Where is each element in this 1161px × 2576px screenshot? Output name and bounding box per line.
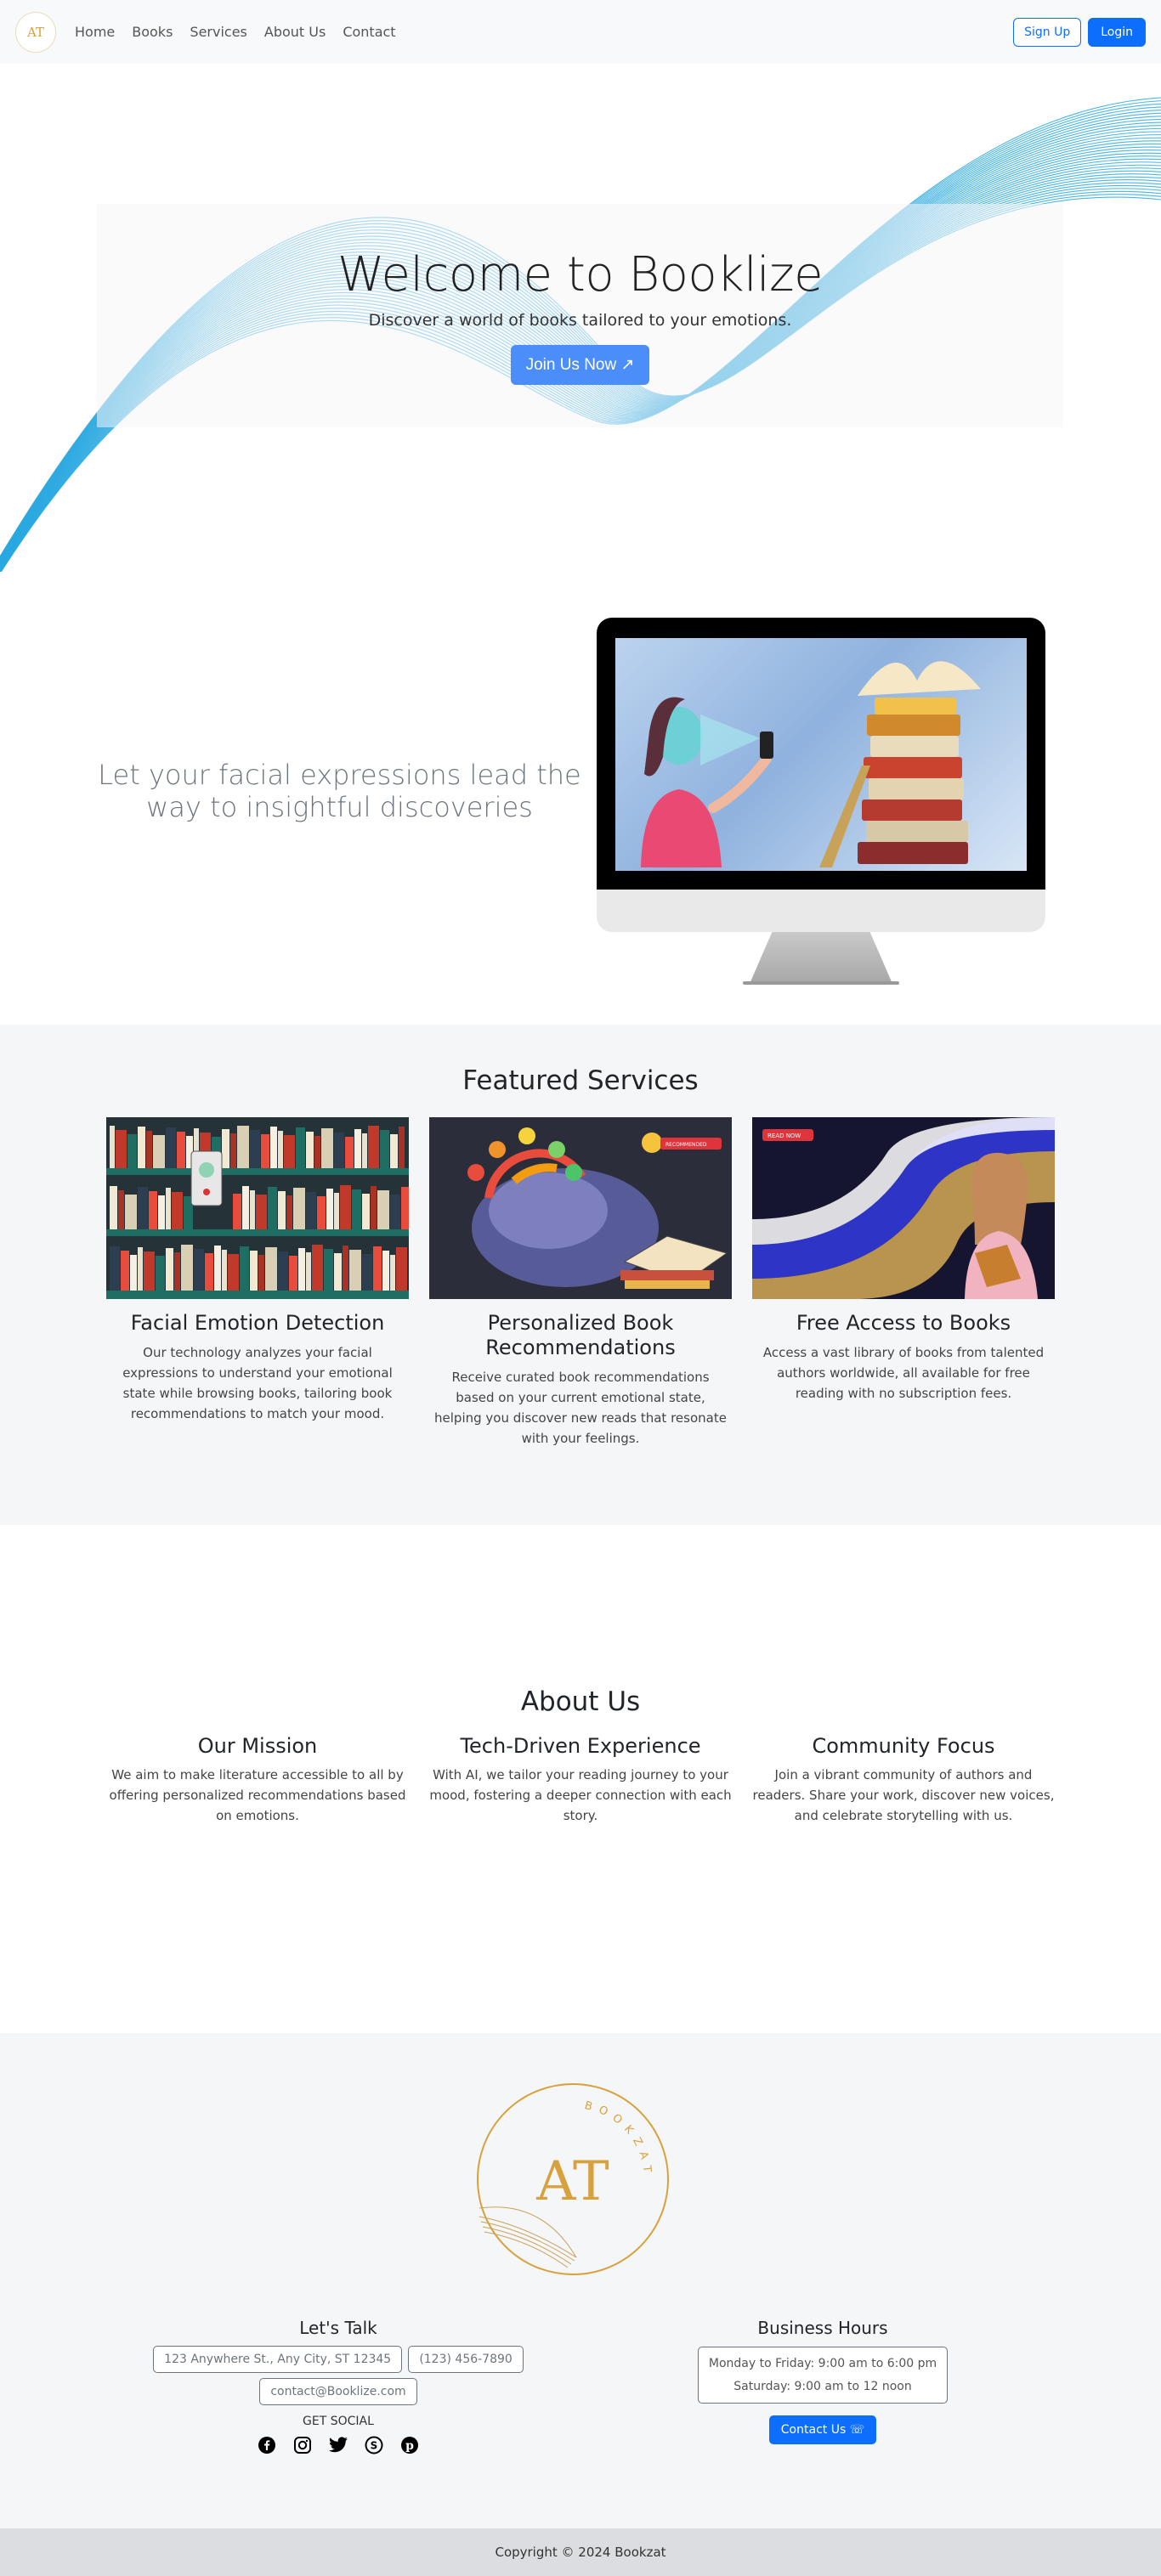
featured-services-section: Featured Services Facial Emotion Detecti… xyxy=(0,1025,1161,1525)
email-field[interactable]: contact@Booklize.com xyxy=(259,2378,417,2405)
lets-talk-heading: Let's Talk xyxy=(299,2318,377,2338)
nav-link-books[interactable]: Books xyxy=(132,24,173,40)
bookshelf-image xyxy=(106,1117,409,1299)
about-column-community: Community Focus Join a vibrant community… xyxy=(752,1734,1055,1826)
saturday-hours: Saturday: 9:00 am to 12 noon xyxy=(733,2379,912,2393)
copyright-bar: Copyright © 2024 Bookzat xyxy=(0,2528,1161,2576)
service-card-title: Personalized Book Recommendations xyxy=(485,1311,676,1359)
nav-link-contact[interactable]: Contact xyxy=(343,24,395,40)
monitor-illustration xyxy=(597,618,1045,985)
footer-brand-logo: BOOKZAT AT xyxy=(477,2083,669,2275)
read-now-badge: READ NOW xyxy=(767,1133,801,1139)
about-column-tech: Tech-Driven Experience With AI, we tailo… xyxy=(429,1734,732,1826)
about-column-text: With AI, we tailor your reading journey … xyxy=(429,1767,732,1823)
monitor-stand xyxy=(750,932,892,981)
hero-title: Welcome to Booklize xyxy=(337,246,824,302)
facial-expression-section: Let your facial expressions lead the way… xyxy=(0,572,1161,1025)
about-column-text: We aim to make literature accessible to … xyxy=(109,1767,406,1823)
weekday-hours: Monday to Friday: 9:00 am to 6:00 pm xyxy=(708,2357,937,2370)
hero-subtitle: Discover a world of books tailored to yo… xyxy=(368,310,792,330)
service-card-free-access[interactable]: READ NOW Free Access to Books Access a v… xyxy=(752,1117,1055,1449)
nav-link-home[interactable]: Home xyxy=(75,24,115,40)
hero-panel: Welcome to Booklize Discover a world of … xyxy=(97,204,1063,427)
footer-brand-monogram: AT xyxy=(535,2150,609,2213)
service-card-text: Access a vast library of books from tale… xyxy=(762,1344,1045,1401)
monitor-stand-base xyxy=(743,981,899,985)
skype-icon[interactable]: S xyxy=(364,2435,384,2455)
address-field: 123 Anywhere St., Any City, ST 12345 xyxy=(153,2346,403,2373)
instagram-icon[interactable] xyxy=(292,2435,313,2455)
brand-logo-text: AT xyxy=(26,24,45,40)
about-column-title: Tech-Driven Experience xyxy=(460,1734,701,1758)
recommendation-image: RECOMMENDED xyxy=(429,1117,732,1299)
signup-button[interactable]: Sign Up xyxy=(1013,17,1082,47)
pinterest-icon[interactable]: p xyxy=(399,2435,420,2455)
join-now-button[interactable]: Join Us Now ↗ xyxy=(510,344,650,385)
navbar: AT Home Books Services About Us Contact … xyxy=(0,0,1161,64)
monitor-screen xyxy=(597,618,1045,890)
about-column-title: Community Focus xyxy=(812,1734,995,1758)
reading-girl-image: READ NOW xyxy=(752,1117,1055,1299)
about-column-text: Join a vibrant community of authors and … xyxy=(752,1767,1055,1823)
recommended-badge: RECOMMENDED xyxy=(665,1142,707,1148)
business-hours-heading: Business Hours xyxy=(757,2318,888,2338)
business-hours-column: Business Hours Monday to Friday: 9:00 am… xyxy=(637,2318,1008,2445)
service-card-recommendations[interactable]: RECOMMENDED Personalized Book Recommenda… xyxy=(429,1117,732,1449)
copyright-text: Copyright © 2024 Bookzat xyxy=(495,2545,666,2560)
service-card-title: Free Access to Books xyxy=(796,1311,1011,1335)
facial-expression-heading: Let your facial expressions lead the way… xyxy=(98,759,581,824)
about-us-heading: About Us xyxy=(520,1686,641,1717)
nav-link-about[interactable]: About Us xyxy=(264,24,326,40)
contact-us-button[interactable]: Contact Us ☏ xyxy=(768,2415,877,2445)
hero-section: Welcome to Booklize Discover a world of … xyxy=(0,64,1161,572)
login-button[interactable]: Login xyxy=(1088,17,1146,47)
twitter-icon[interactable] xyxy=(328,2435,348,2455)
about-us-section: About Us Our Mission We aim to make lite… xyxy=(0,1525,1161,2033)
nav-link-services[interactable]: Services xyxy=(190,24,246,40)
phone-field[interactable]: (123) 456-7890 xyxy=(408,2346,524,2373)
monitor-chin xyxy=(597,890,1045,932)
brand-logo[interactable]: AT xyxy=(15,11,56,53)
svg-text:S: S xyxy=(371,2440,378,2452)
face-scan-illustration xyxy=(615,638,1027,871)
about-column-title: Our Mission xyxy=(197,1734,318,1758)
featured-services-heading: Featured Services xyxy=(462,1065,699,1096)
nav-links: Home Books Services About Us Contact xyxy=(75,24,396,40)
get-social-label: GET SOCIAL xyxy=(303,2415,374,2428)
business-hours-box: Monday to Friday: 9:00 am to 6:00 pm Sat… xyxy=(697,2347,949,2404)
lets-talk-column: Let's Talk 123 Anywhere St., Any City, S… xyxy=(151,2318,525,2455)
footer: BOOKZAT AT Let's Talk 123 Anywhere St., … xyxy=(0,2033,1161,2528)
social-links: S p xyxy=(151,2435,525,2455)
svg-text:p: p xyxy=(405,2439,414,2453)
service-card-title: Facial Emotion Detection xyxy=(130,1311,385,1335)
about-column-mission: Our Mission We aim to make literature ac… xyxy=(106,1734,409,1826)
service-card-text: Our technology analyzes your facial expr… xyxy=(122,1344,393,1421)
facebook-icon[interactable] xyxy=(257,2435,277,2455)
service-card-text: Receive curated book recommendations bas… xyxy=(434,1369,727,1446)
service-card-emotion-detection[interactable]: Facial Emotion Detection Our technology … xyxy=(106,1117,409,1449)
